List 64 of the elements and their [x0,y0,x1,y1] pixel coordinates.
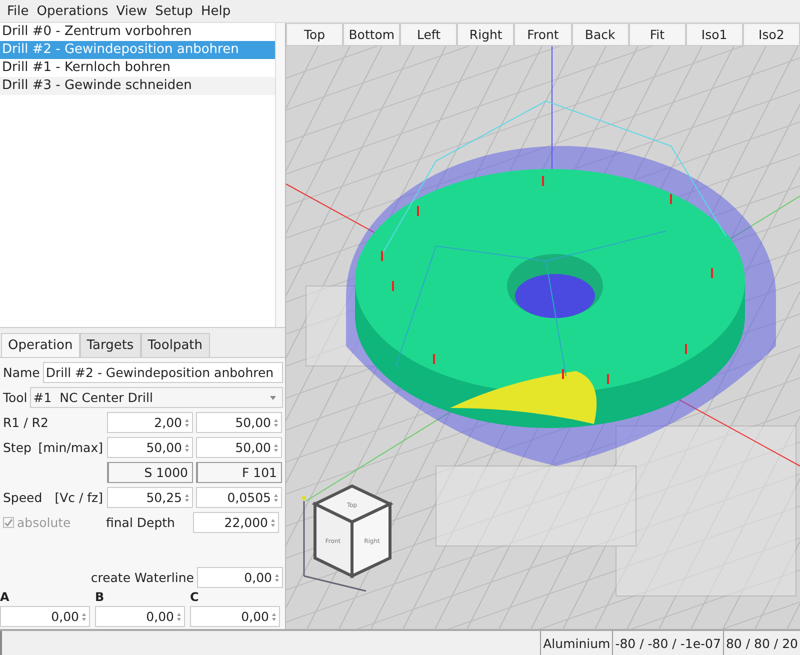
view-button[interactable]: Iso2 [742,23,800,46]
operation-item[interactable]: Drill #1 - Kernloch bohren [0,59,275,77]
spin-arrows-icon [185,444,190,452]
field-label: Tool [3,390,28,405]
field-label: final Depth [106,515,176,530]
spin-field[interactable]: 50,00 [107,437,193,458]
menu-item[interactable]: Setup [151,4,197,18]
field-label: Name [3,365,40,380]
view-button[interactable]: Bottom [343,23,400,46]
status-text: 80 / 80 / 20 [722,631,800,655]
spin-arrows-icon [274,444,279,452]
axis-label: B [95,590,106,606]
view-button[interactable]: Left [400,23,458,46]
readout-field: S 1000 [107,462,193,483]
unit-label: [Vc / fz] [54,490,103,505]
spin-arrows-icon [274,494,279,502]
spin-field[interactable]: 50,00 [196,437,282,458]
checkmark-icon [4,518,13,527]
menu-item[interactable]: Operations [32,4,112,18]
axis-indicator-icon [302,496,366,592]
name-field[interactable]: Drill #2 - Gewindeposition anbohren [42,362,283,383]
spin-field[interactable]: 0,00 [190,606,280,627]
axis-label: A [0,590,10,606]
unit-label: [min/max] [38,440,103,455]
axis-label: C [190,590,200,606]
spin-field[interactable]: 50,00 [196,412,282,433]
spin-field[interactable]: 0,00 [0,606,90,627]
tab[interactable]: Targets [80,333,141,357]
spin-arrows-icon [271,518,276,526]
tab[interactable]: Operation [1,333,80,357]
view-button[interactable]: Iso1 [686,23,743,46]
menu-item[interactable]: File [3,4,33,18]
field-label: Speed [3,490,42,505]
menu-item[interactable]: View [112,4,152,18]
view-button[interactable]: Back [572,23,629,46]
view-button[interactable]: Top [286,23,344,46]
menu-item[interactable]: Help [196,4,235,18]
spin-arrows-icon [272,612,277,620]
tool-dropdown[interactable]: #1 NC Center Drill [30,387,283,408]
waterline-field[interactable]: 0,00 [197,567,283,588]
spin-arrows-icon [82,612,87,620]
spin-arrows-icon [185,494,190,502]
field-label: Step [3,440,32,455]
spin-arrows-icon [177,612,182,620]
spin-field[interactable]: 0,00 [95,606,185,627]
caret-icon [270,396,276,400]
view-button[interactable]: Front [514,23,572,46]
spin-field[interactable]: 50,25 [107,487,193,508]
view-button[interactable]: Right [457,23,514,46]
spin-field[interactable]: 0,0505 [196,487,282,508]
field-label: R1 / R2 [3,415,48,430]
spin-arrows-icon [275,574,280,582]
status-text: Aluminium [540,631,612,655]
operation-item[interactable]: Drill #3 - Gewinde schneiden [0,77,275,95]
operation-item[interactable]: Drill #0 - Zentrum vorbohren [0,23,275,41]
spin-arrows-icon [185,418,190,426]
view-button[interactable]: Fit [628,23,686,46]
spin-arrows-icon [274,418,279,426]
status-text: -80 / -80 / -1e-07 [612,631,723,655]
spin-field[interactable]: 2,00 [107,412,193,433]
tab[interactable]: Toolpath [140,333,210,357]
field-label: create Waterline [90,570,194,585]
readout-field: F 101 [196,462,282,483]
scrollbar[interactable] [275,23,285,327]
